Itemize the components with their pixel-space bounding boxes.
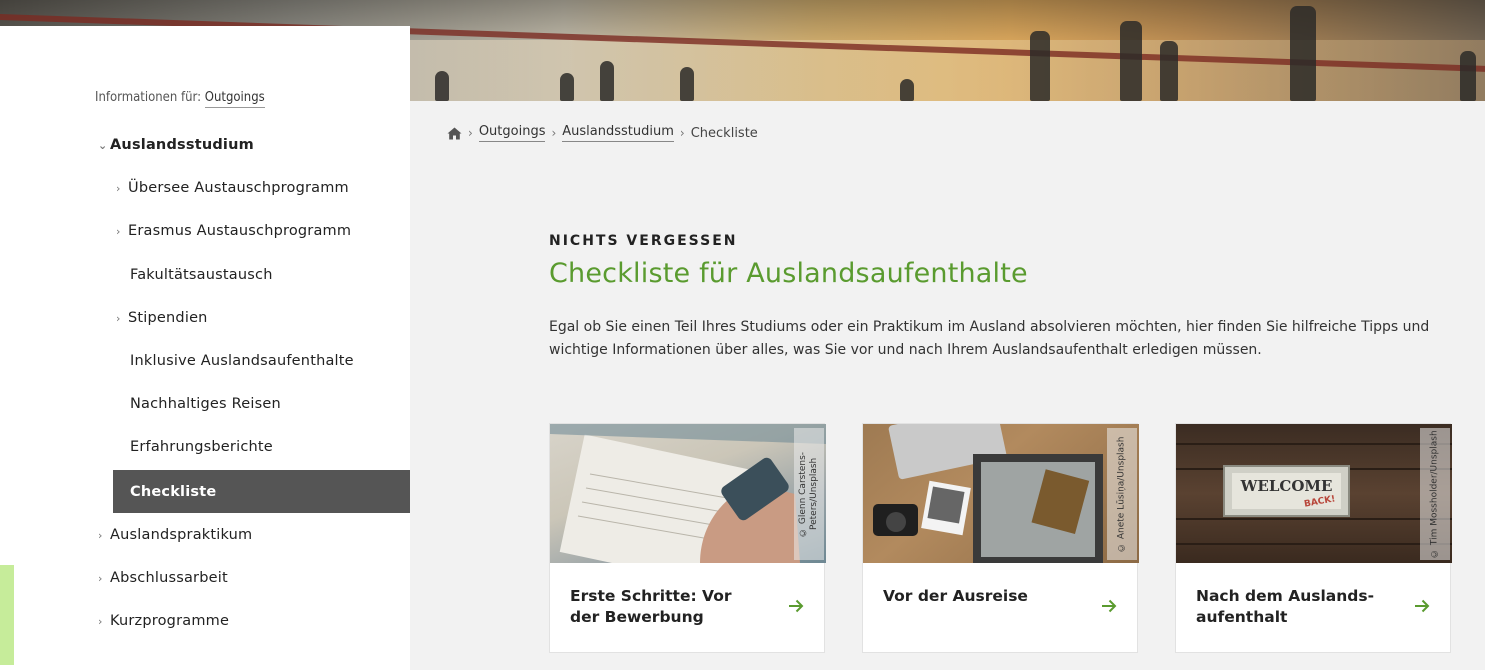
breadcrumb: › Outgoings › Auslandsstudium › Checklis… [447,124,758,142]
breadcrumb-outgoings[interactable]: Outgoings [478,124,546,142]
chevron-right-icon: › [116,181,121,195]
breadcrumb-separator: › [679,126,685,140]
image-credit: © Glenn Carstens-Peters/Unsplash [794,428,824,560]
sidebar-item-label: Fakultätsaustausch [130,267,273,283]
sidebar-item-label: Stipendien [128,310,208,326]
sidebar-item-auslandsstudium[interactable]: ⌄ Auslandsstudium [98,125,254,165]
sidebar-item-stipendien[interactable]: › Stipendien [116,298,208,338]
accent-strip [0,565,14,665]
sidebar-item-label: Übersee Austauschprogramm [128,180,349,196]
sidebar-item-erasmus[interactable]: › Erasmus Austauschprogramm [116,211,351,251]
chevron-right-icon: › [98,528,103,542]
intro-text: Egal ob Sie einen Teil Ihres Studiums od… [549,319,1430,358]
page-title: Checkliste für Auslandsaufenthalte [549,258,1028,289]
breadcrumb-separator: › [551,126,557,140]
breadcrumb-auslandsstudium[interactable]: Auslandsstudium [562,124,674,142]
sidebar-item-label: Auslandsstudium [110,137,254,153]
sidebar-item-uebersee[interactable]: › Übersee Austauschprogramm [116,168,349,208]
audience-selector: Informationen für: Outgoings [95,90,265,108]
arrow-right-icon [1414,598,1430,617]
sidebar-item-abschlussarbeit[interactable]: › Abschlussarbeit [98,558,228,598]
sidebar-item-label: Checkliste [130,483,217,500]
card-nach-dem-auslandsaufenthalt[interactable]: WELCOME BACK! © Tim Mossholder/Unsplash … [1175,423,1452,653]
sidebar-item-erfahrungsberichte[interactable]: Erfahrungsberichte [130,427,273,467]
sign-text: WELCOME [1240,477,1333,495]
chevron-right-icon: › [116,311,121,325]
card-image-welcome-sign: WELCOME BACK! [1176,424,1452,563]
sidebar-item-label: Auslandspraktikum [110,527,253,543]
card-vor-der-ausreise[interactable]: © Anete Lūsiņa/Unsplash Vor der Ausreise [862,423,1139,653]
chevron-right-icon: › [98,614,103,628]
image-credit: © Anete Lūsiņa/Unsplash [1107,428,1137,560]
breadcrumb-separator: › [468,126,473,140]
sidebar-item-checkliste[interactable]: Checkliste [113,470,410,513]
chevron-right-icon: › [98,571,103,585]
audience-link[interactable]: Outgoings [204,90,265,108]
sidebar-item-label: Kurzprogramme [110,613,230,629]
arrow-right-icon [788,598,804,617]
sidebar-item-label: Nachhaltiges Reisen [130,396,281,412]
sidebar-item-auslandspraktikum[interactable]: › Auslandspraktikum [98,515,252,555]
sidebar-item-nachhaltiges-reisen[interactable]: Nachhaltiges Reisen [130,384,281,424]
sidebar-item-label: Erfahrungsberichte [130,439,273,455]
sidebar-item-kurzprogramme[interactable]: › Kurzprogramme [98,601,229,641]
card-image-notebook [550,424,826,563]
sidebar-item-fakultaetsaustausch[interactable]: Fakultätsaustausch [130,255,273,295]
breadcrumb-current: Checkliste [690,125,758,141]
sidebar-item-inklusive[interactable]: Inklusive Auslandsaufenthalte [130,341,354,381]
card-erste-schritte[interactable]: © Glenn Carstens-Peters/Unsplash Erste S… [549,423,826,653]
sidebar-item-label: Erasmus Austauschprogramm [128,223,352,239]
home-icon[interactable] [447,127,462,140]
card-image-suitcase [863,424,1139,563]
sidebar-item-label: Inklusive Auslandsaufenthalte [130,353,354,369]
card-title: Vor der Ausreise [883,587,1028,605]
sidebar-item-label: Abschlussarbeit [110,570,228,586]
chevron-down-icon: ⌄ [98,138,108,152]
chevron-right-icon: › [116,224,121,238]
image-credit: © Tim Mossholder/Unsplash [1420,428,1450,560]
audience-label: Informationen für: [95,90,202,105]
section-eyebrow: NICHTS VERGESSEN [549,233,738,249]
arrow-right-icon [1101,598,1117,617]
card-title: Nach dem Auslands-aufenthalt [1196,587,1375,626]
card-title: Erste Schritte: Vor der Bewerbung [570,587,732,626]
